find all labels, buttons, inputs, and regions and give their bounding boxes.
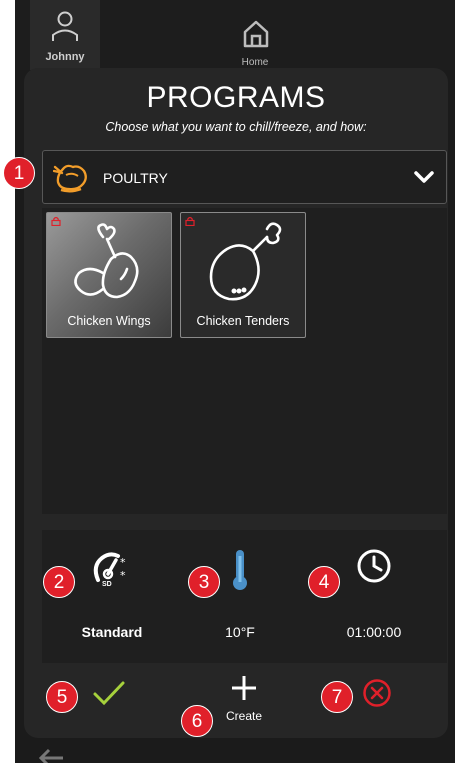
- program-settings-bar: SD * * Standard 10°F 01:00:00: [42, 530, 447, 663]
- mode-value: Standard: [81, 624, 143, 640]
- action-bar: Create: [24, 663, 448, 738]
- gauge-sd-text: SD: [102, 581, 112, 588]
- plus-icon: [232, 676, 256, 700]
- product-name: Chicken Tenders: [196, 314, 290, 328]
- checkmark-icon: [93, 681, 125, 706]
- create-button[interactable]: Create: [214, 663, 274, 733]
- callout-badge-3: 3: [188, 566, 220, 598]
- user-icon: [52, 11, 78, 41]
- create-label: Create: [225, 709, 263, 723]
- page-subtitle: Choose what you want to chill/freeze, an…: [105, 120, 367, 134]
- svg-text:*: *: [120, 556, 126, 569]
- svg-text:*: *: [120, 569, 126, 582]
- lock-icon: [51, 216, 61, 226]
- category-dropdown[interactable]: POULTRY: [42, 150, 447, 204]
- product-tile-chicken-wings[interactable]: Chicken Wings: [46, 212, 172, 338]
- product-name: Chicken Wings: [67, 314, 151, 328]
- time-value: 01:00:00: [346, 624, 402, 640]
- home-icon: [243, 20, 269, 48]
- callout-badge-6: 6: [181, 705, 213, 737]
- page-title: PROGRAMS: [146, 81, 326, 114]
- cancel-icon: [363, 679, 391, 707]
- time-setting[interactable]: 01:00:00: [314, 530, 434, 663]
- callout-badge-1: 1: [3, 157, 35, 189]
- product-tile-chicken-tenders[interactable]: Chicken Tenders: [180, 212, 306, 338]
- callout-badge-7: 7: [321, 681, 353, 713]
- thermometer-icon: [233, 550, 247, 590]
- chicken-leg-icon: [209, 222, 282, 301]
- callout-badge-4: 4: [308, 566, 340, 598]
- callout-badge-2: 2: [43, 566, 75, 598]
- temperature-value: 10°F: [225, 624, 255, 640]
- home-tab[interactable]: Home: [215, 0, 295, 70]
- category-label: POULTRY: [103, 170, 168, 186]
- clock-icon: [357, 549, 391, 583]
- confirm-button[interactable]: [84, 663, 134, 733]
- mode-setting[interactable]: SD * * Standard: [52, 530, 172, 663]
- home-label: Home: [241, 57, 269, 68]
- soft-chill-gauge-icon: SD * *: [93, 552, 126, 588]
- cancel-button[interactable]: [354, 663, 404, 733]
- chevron-down-icon[interactable]: [414, 169, 434, 185]
- programs-dialog: PROGRAMS Choose what you want to chill/f…: [24, 68, 448, 738]
- poultry-icon: [53, 164, 87, 193]
- back-arrow-icon[interactable]: [37, 744, 65, 763]
- product-grid: Chicken Wings Chicken Tenders: [42, 208, 447, 514]
- user-tab[interactable]: Johnny: [30, 0, 100, 70]
- top-nav-bar: Johnny Home: [15, 0, 455, 70]
- chicken-wing-icon: [74, 223, 139, 299]
- user-name: Johnny: [45, 51, 85, 63]
- lock-icon: [185, 216, 195, 226]
- callout-badge-5: 5: [46, 681, 78, 713]
